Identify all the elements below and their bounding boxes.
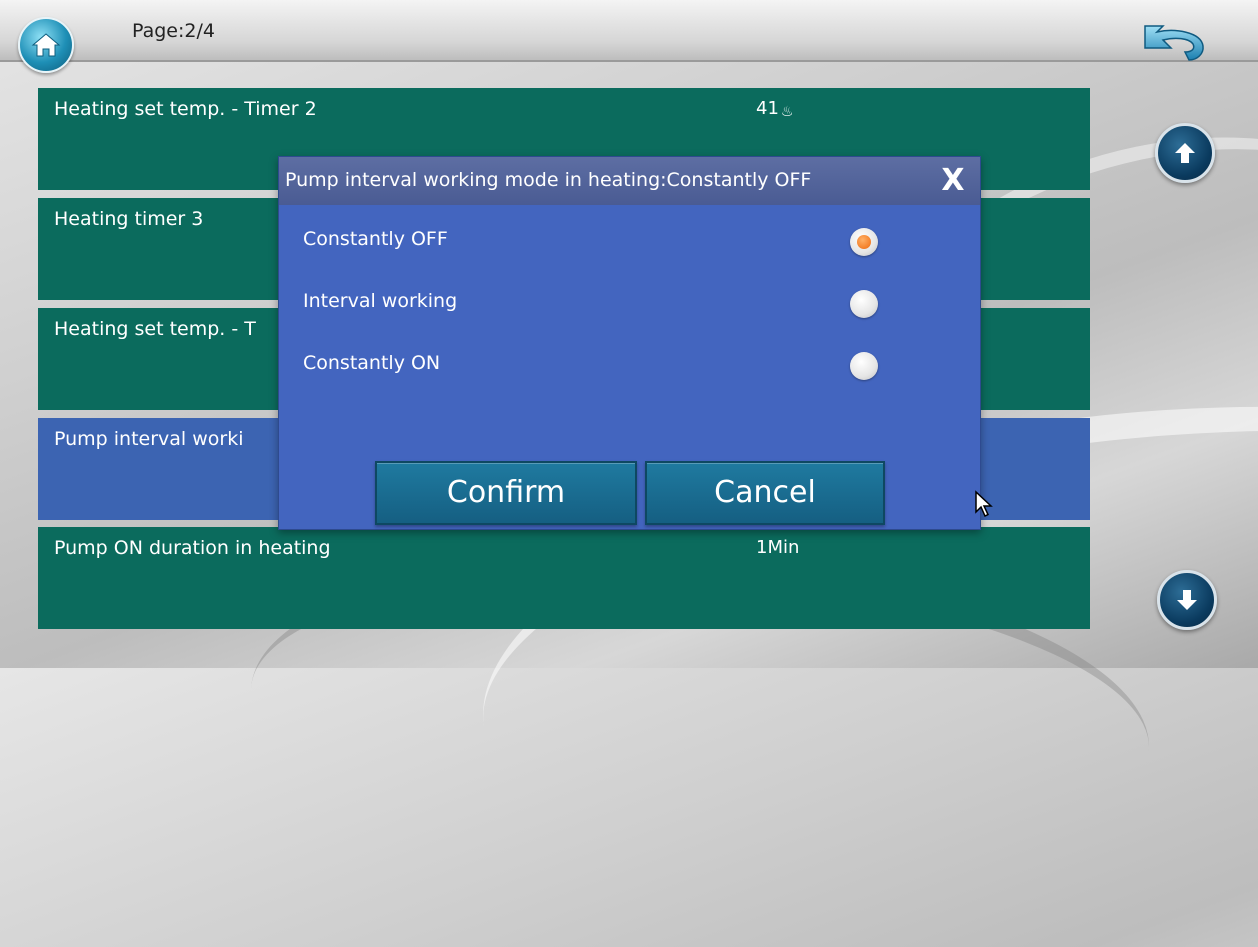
radio-button[interactable] (850, 290, 878, 318)
dialog-title-bar: Pump interval working mode in heating:Co… (279, 157, 980, 205)
option-constantly-off[interactable]: Constantly OFF (279, 216, 980, 266)
row-value: 41 ♨ (756, 98, 794, 120)
row-label: Pump interval worki (54, 428, 244, 450)
option-constantly-on[interactable]: Constantly ON (279, 340, 980, 390)
scroll-down-button[interactable] (1157, 570, 1217, 630)
radio-button[interactable] (850, 352, 878, 380)
dialog-close-button[interactable]: X (933, 163, 973, 199)
pump-mode-dialog: Pump interval working mode in heating:Co… (278, 156, 981, 530)
row-label: Heating set temp. - T (54, 318, 256, 340)
setting-row[interactable]: Pump ON duration in heating 1Min (38, 527, 1090, 629)
undo-arrow-icon (1144, 25, 1204, 61)
radio-button-selected[interactable] (850, 228, 878, 256)
scroll-up-button[interactable] (1155, 123, 1215, 183)
temperature-unit-icon: ♨ (780, 104, 794, 120)
row-label: Heating set temp. - Timer 2 (54, 98, 317, 120)
option-interval-working[interactable]: Interval working (279, 278, 980, 328)
back-button[interactable] (1140, 20, 1212, 64)
option-label: Interval working (303, 290, 458, 312)
row-value: 1Min (756, 537, 800, 558)
confirm-button[interactable]: Confirm (375, 461, 637, 525)
arrow-down-icon (1177, 590, 1197, 610)
row-label: Heating timer 3 (54, 208, 204, 230)
home-button[interactable] (18, 17, 74, 73)
home-icon (31, 33, 61, 57)
mouse-cursor-icon (975, 490, 993, 518)
dialog-title: Pump interval working mode in heating:Co… (285, 169, 812, 191)
arrow-up-icon (1175, 143, 1195, 163)
option-label: Constantly OFF (303, 228, 448, 250)
page-indicator: Page:2/4 (132, 20, 215, 42)
cancel-button[interactable]: Cancel (645, 461, 885, 525)
option-label: Constantly ON (303, 352, 441, 374)
row-label: Pump ON duration in heating (54, 537, 331, 559)
header-bar: Page:2/4 (0, 0, 1258, 73)
